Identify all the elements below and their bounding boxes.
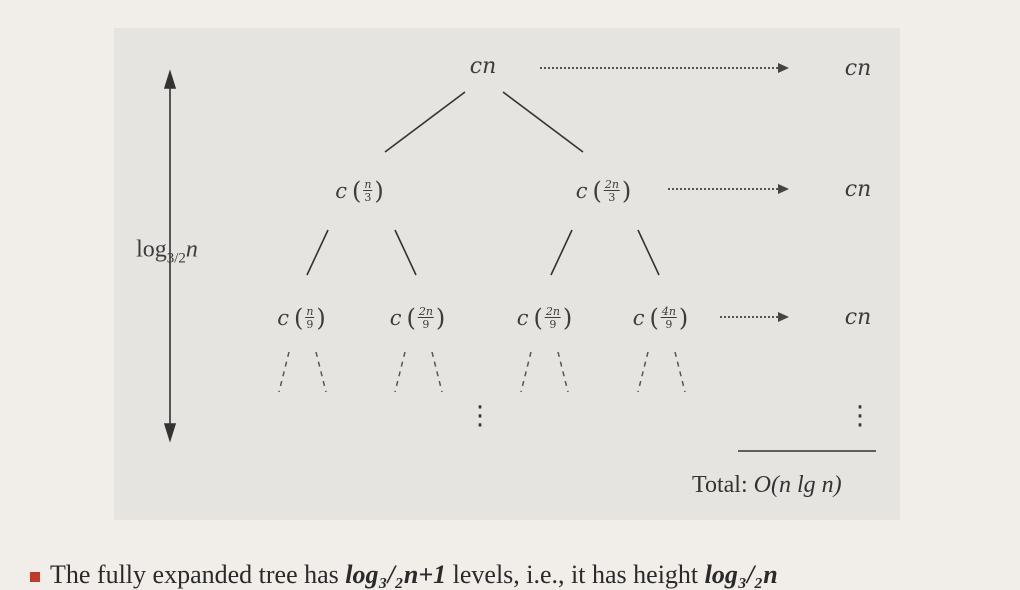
coef: c xyxy=(516,305,529,330)
edge-root-left xyxy=(384,91,466,153)
height-log: log xyxy=(136,236,167,263)
tree-lines xyxy=(163,63,876,452)
dash-edge xyxy=(520,351,532,393)
caption-emphasis: log₃/₂n+1 xyxy=(345,560,447,589)
frac-num: 4n xyxy=(660,305,677,318)
height-var: n xyxy=(185,236,198,263)
edge-l1a-left xyxy=(306,229,329,276)
arrowhead-icon xyxy=(778,312,789,322)
dash-edge xyxy=(278,351,290,393)
vertical-ellipsis-icon: · · · xyxy=(475,393,485,441)
frac-num: n xyxy=(363,178,373,191)
vertical-ellipsis-icon: · · · xyxy=(855,393,865,441)
edge-l1b-right xyxy=(637,229,660,276)
tree-node-l1-1: c(2n 3) xyxy=(575,177,632,205)
frac-den: 3 xyxy=(364,191,372,204)
coef: c xyxy=(277,305,289,330)
height-sub: 3/2 xyxy=(166,250,186,267)
coef: c xyxy=(389,305,402,330)
caption-bullet-text: The fully expanded tree has log₃/₂n+1 le… xyxy=(30,560,1020,590)
frac-num: 2n xyxy=(417,305,434,318)
frac-den: 9 xyxy=(422,318,430,331)
frac-den: 9 xyxy=(665,318,673,331)
total-label: Total: O(n lg n) xyxy=(692,472,842,499)
frac-den: 9 xyxy=(549,318,557,331)
level-cost-1: cn xyxy=(844,177,872,202)
level-cost-0: cn xyxy=(844,56,872,81)
total-value: O(n lg n) xyxy=(753,472,842,498)
coef: c xyxy=(335,178,347,203)
caption-text: The fully expanded tree has xyxy=(50,560,346,589)
caption-emphasis: log₃/₂n xyxy=(704,560,778,589)
coef: c xyxy=(575,178,588,203)
arrowhead-icon xyxy=(778,63,789,73)
tree-node-l1-0: c(n 3) xyxy=(335,177,384,205)
tree-node-l2-1: c(2n 9) xyxy=(389,304,446,332)
dash-edge xyxy=(637,351,649,393)
tree-node-l2-3: c(4n 9) xyxy=(632,304,689,332)
coef: c xyxy=(632,305,645,330)
edge-l1b-left xyxy=(550,229,573,276)
edge-l1a-right xyxy=(394,229,417,276)
frac-num: 2n xyxy=(544,305,561,318)
tree-root-node: cn xyxy=(469,54,497,79)
tree-node-l2-0: c(n 9) xyxy=(277,304,326,332)
dash-edge xyxy=(674,351,686,393)
edge-root-right xyxy=(502,91,584,153)
tree-node-l2-2: c(2n 9) xyxy=(516,304,573,332)
frac-den: 9 xyxy=(306,318,314,331)
arrowhead-icon xyxy=(778,184,789,194)
dash-edge xyxy=(557,351,569,393)
dash-edge xyxy=(394,351,406,393)
total-prefix: Total: xyxy=(692,472,748,498)
height-label: log3/2n xyxy=(136,238,198,267)
dash-edge xyxy=(431,351,443,393)
level-cost-2: cn xyxy=(844,305,872,330)
bullet-icon xyxy=(30,572,40,583)
frac-den: 3 xyxy=(608,191,616,204)
caption-text: levels, i.e., it has height xyxy=(446,560,705,589)
dash-edge xyxy=(315,351,327,393)
frac-num: 2n xyxy=(603,178,620,191)
frac-num: n xyxy=(305,305,315,318)
